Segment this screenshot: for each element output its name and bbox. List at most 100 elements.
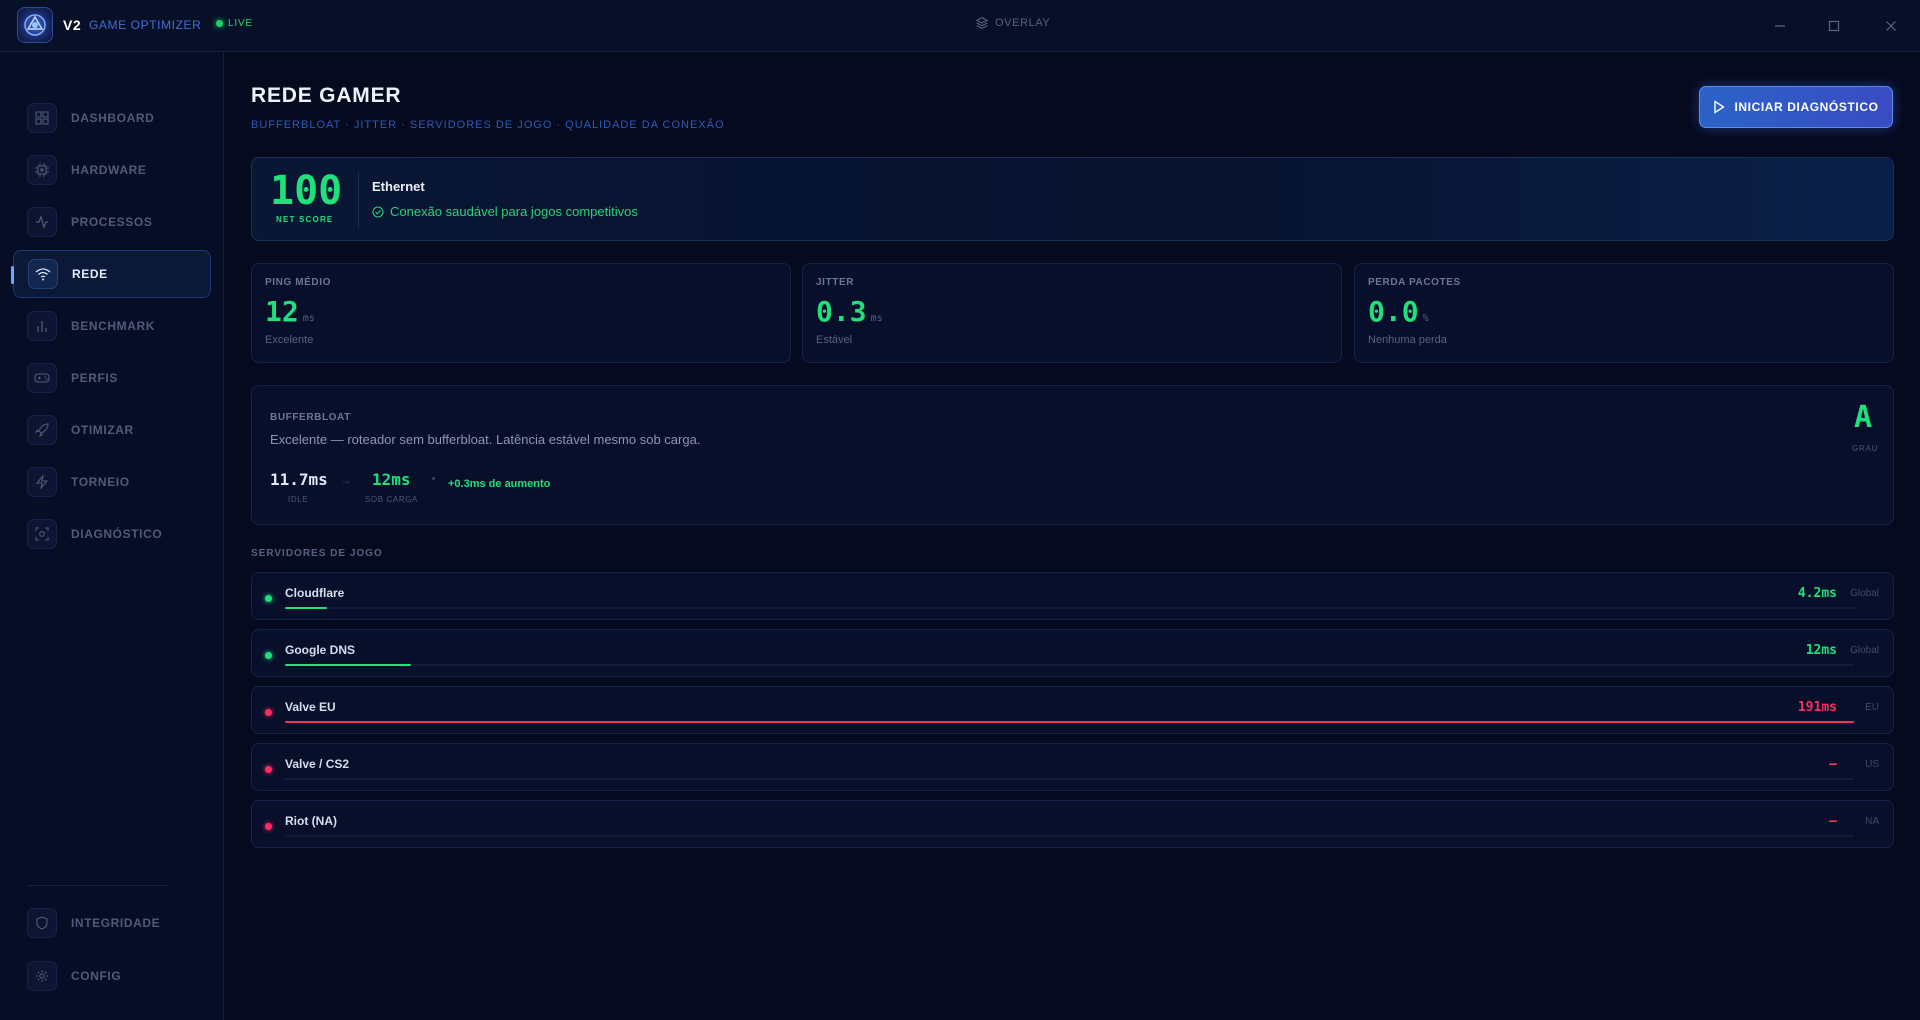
sidebar-item-benchmark[interactable]: BENCHMARK <box>13 302 211 350</box>
connection-type: Ethernet <box>372 179 425 194</box>
arrow-right-icon: → <box>340 473 352 487</box>
score-divider <box>358 172 359 228</box>
server-row[interactable]: Valve / CS2 — US <box>251 743 1894 791</box>
title-bar: V2 GAME OPTIMIZER LIVE OVERLAY <box>0 0 1920 52</box>
metric-card-packet-loss: PERDA PACOTES 0.0% Nenhuma perda <box>1354 263 1894 363</box>
server-name: Riot (NA) <box>285 814 337 828</box>
servers-section-label: SERVIDORES DE JOGO <box>251 548 383 559</box>
server-status-dot <box>265 766 272 773</box>
sidebar-item-config[interactable]: CONFIG <box>13 952 211 1000</box>
metric-unit: % <box>1422 313 1429 324</box>
sidebar-item-label: BENCHMARK <box>71 319 156 333</box>
overlay-label: OVERLAY <box>995 17 1051 29</box>
metric-card-jitter: JITTER 0.3 ms Estável <box>802 263 1342 363</box>
server-region: EU <box>1865 702 1879 713</box>
load-latency-label: SOB CARGA <box>365 495 418 504</box>
server-name: Valve / CS2 <box>285 757 350 771</box>
close-button[interactable] <box>1879 14 1903 38</box>
sidebar-item-label: PROCESSOS <box>71 215 153 229</box>
brand-version: V2 <box>63 17 82 33</box>
minimize-icon <box>1775 25 1785 27</box>
server-row[interactable]: Cloudflare 4.2ms Global <box>251 572 1894 620</box>
idle-latency-value: 11.7ms <box>270 470 328 489</box>
sidebar-item-label: INTEGRIDADE <box>71 916 161 930</box>
bar-chart-icon <box>27 311 57 341</box>
sidebar-item-label: PERFIS <box>71 371 118 385</box>
metric-label: PING MÉDIO <box>265 277 332 288</box>
metric-value-row: 12 ms <box>265 295 315 328</box>
sidebar-item-diagnostico[interactable]: DIAGNÓSTICO <box>13 510 211 558</box>
sidebar-item-label: CONFIG <box>71 969 122 983</box>
rocket-icon <box>27 415 57 445</box>
sidebar-item-dashboard[interactable]: DASHBOARD <box>13 94 211 142</box>
latency-increase: +0.3ms de aumento <box>448 478 551 490</box>
sidebar-item-label: DASHBOARD <box>71 111 155 125</box>
server-latency: 191ms <box>1797 700 1837 715</box>
sidebar-item-hardware[interactable]: HARDWARE <box>13 146 211 194</box>
wifi-icon <box>28 259 58 289</box>
latency-bar-track <box>285 607 1854 609</box>
server-row[interactable]: Google DNS 12ms Global <box>251 629 1894 677</box>
sidebar-item-processos[interactable]: PROCESSOS <box>13 198 211 246</box>
activity-icon <box>27 207 57 237</box>
bufferbloat-card: BUFFERBLOAT Excelente — roteador sem buf… <box>251 385 1894 525</box>
latency-bar-track <box>285 778 1854 780</box>
net-score-card: 100 NET SCORE Ethernet Conexão saudável … <box>251 157 1894 241</box>
server-row[interactable]: Riot (NA) — NA <box>251 800 1894 848</box>
server-region: Global <box>1850 645 1879 656</box>
overlay-button[interactable]: OVERLAY <box>975 16 1050 30</box>
start-diagnostic-label: INICIAR DIAGNÓSTICO <box>1734 100 1879 114</box>
sidebar-divider <box>28 885 168 886</box>
server-region: Global <box>1850 588 1879 599</box>
check-circle-icon <box>372 205 384 218</box>
sidebar-item-label: DIAGNÓSTICO <box>71 527 163 541</box>
sidebar-item-torneio[interactable]: TORNEIO <box>13 458 211 506</box>
maximize-icon <box>1828 20 1840 32</box>
play-icon <box>1714 100 1726 114</box>
close-icon <box>1886 21 1896 31</box>
metric-unit: ms <box>870 313 883 324</box>
sidebar-item-label: TORNEIO <box>71 475 130 489</box>
server-status-dot <box>265 595 272 602</box>
server-name: Valve EU <box>285 700 336 714</box>
metric-note: Nenhuma perda <box>1368 334 1447 346</box>
idle-latency-label: IDLE <box>288 495 309 504</box>
sidebar-item-perfis[interactable]: PERFIS <box>13 354 211 402</box>
server-status-dot <box>265 823 272 830</box>
server-status-dot <box>265 652 272 659</box>
server-name: Cloudflare <box>285 586 345 600</box>
sidebar-item-rede[interactable]: REDE <box>11 250 211 298</box>
sidebar: DASHBOARD HARDWARE PROCESSOS REDE BENCHM… <box>0 52 224 1020</box>
scan-icon <box>27 519 57 549</box>
server-status-dot <box>265 709 272 716</box>
server-latency: — <box>1829 814 1837 829</box>
latency-bar-track <box>285 835 1854 837</box>
live-label: LIVE <box>228 18 253 29</box>
metric-value: 12 <box>265 295 299 328</box>
server-region: NA <box>1865 816 1879 827</box>
metric-label: PERDA PACOTES <box>1368 277 1461 288</box>
maximize-button[interactable] <box>1822 14 1846 38</box>
server-latency: 4.2ms <box>1797 586 1837 601</box>
metric-value-row: 0.0% <box>1368 295 1429 328</box>
metric-note: Excelente <box>265 334 314 346</box>
latency-bar-fill <box>285 721 1854 723</box>
brand-name: GAME OPTIMIZER <box>89 18 202 32</box>
net-score-value: 100 <box>270 168 343 214</box>
sidebar-item-otimizar[interactable]: OTIMIZAR <box>13 406 211 454</box>
bolt-icon <box>27 467 57 497</box>
bufferbloat-label: BUFFERBLOAT <box>270 412 351 423</box>
layers-icon <box>975 17 989 29</box>
sidebar-item-integridade[interactable]: INTEGRIDADE <box>13 899 211 947</box>
load-latency-value: 12ms <box>372 470 411 489</box>
shield-icon <box>27 908 57 938</box>
server-row[interactable]: Valve EU 191ms EU <box>251 686 1894 734</box>
live-dot-icon <box>216 20 223 27</box>
server-latency: 12ms <box>1805 643 1837 658</box>
gamepad-icon <box>27 363 57 393</box>
minimize-button[interactable] <box>1768 14 1792 38</box>
connection-status-text: Conexão saudável para jogos competitivos <box>390 204 638 219</box>
connection-status: Conexão saudável para jogos competitivos <box>372 204 638 219</box>
start-diagnostic-button[interactable]: INICIAR DIAGNÓSTICO <box>1699 86 1893 128</box>
latency-bar-track <box>285 721 1854 723</box>
